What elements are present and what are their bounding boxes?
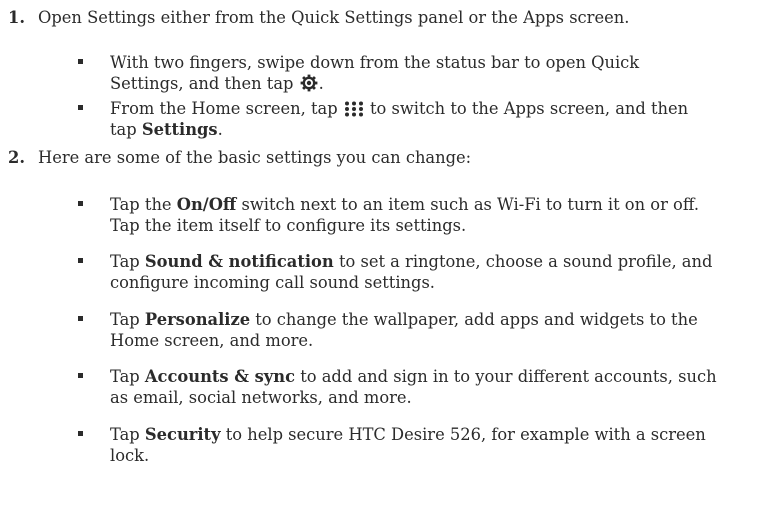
step-number: 2. [8, 148, 25, 167]
bullet-marker [78, 258, 83, 263]
bullet-marker [78, 59, 83, 64]
step-text: Open Settings either from the Quick Sett… [38, 8, 630, 27]
gear-icon [300, 74, 318, 97]
bullet-marker [78, 316, 83, 321]
bullet-marker [78, 373, 83, 378]
step-text: Here are some of the basic settings you … [38, 148, 472, 167]
step-number: 1. [8, 8, 25, 27]
instructions-page: 1. Open Settings either from the Quick S… [8, 8, 717, 465]
bullet-marker [78, 105, 83, 110]
bullet-marker [78, 201, 83, 206]
bullet-marker [78, 431, 83, 436]
